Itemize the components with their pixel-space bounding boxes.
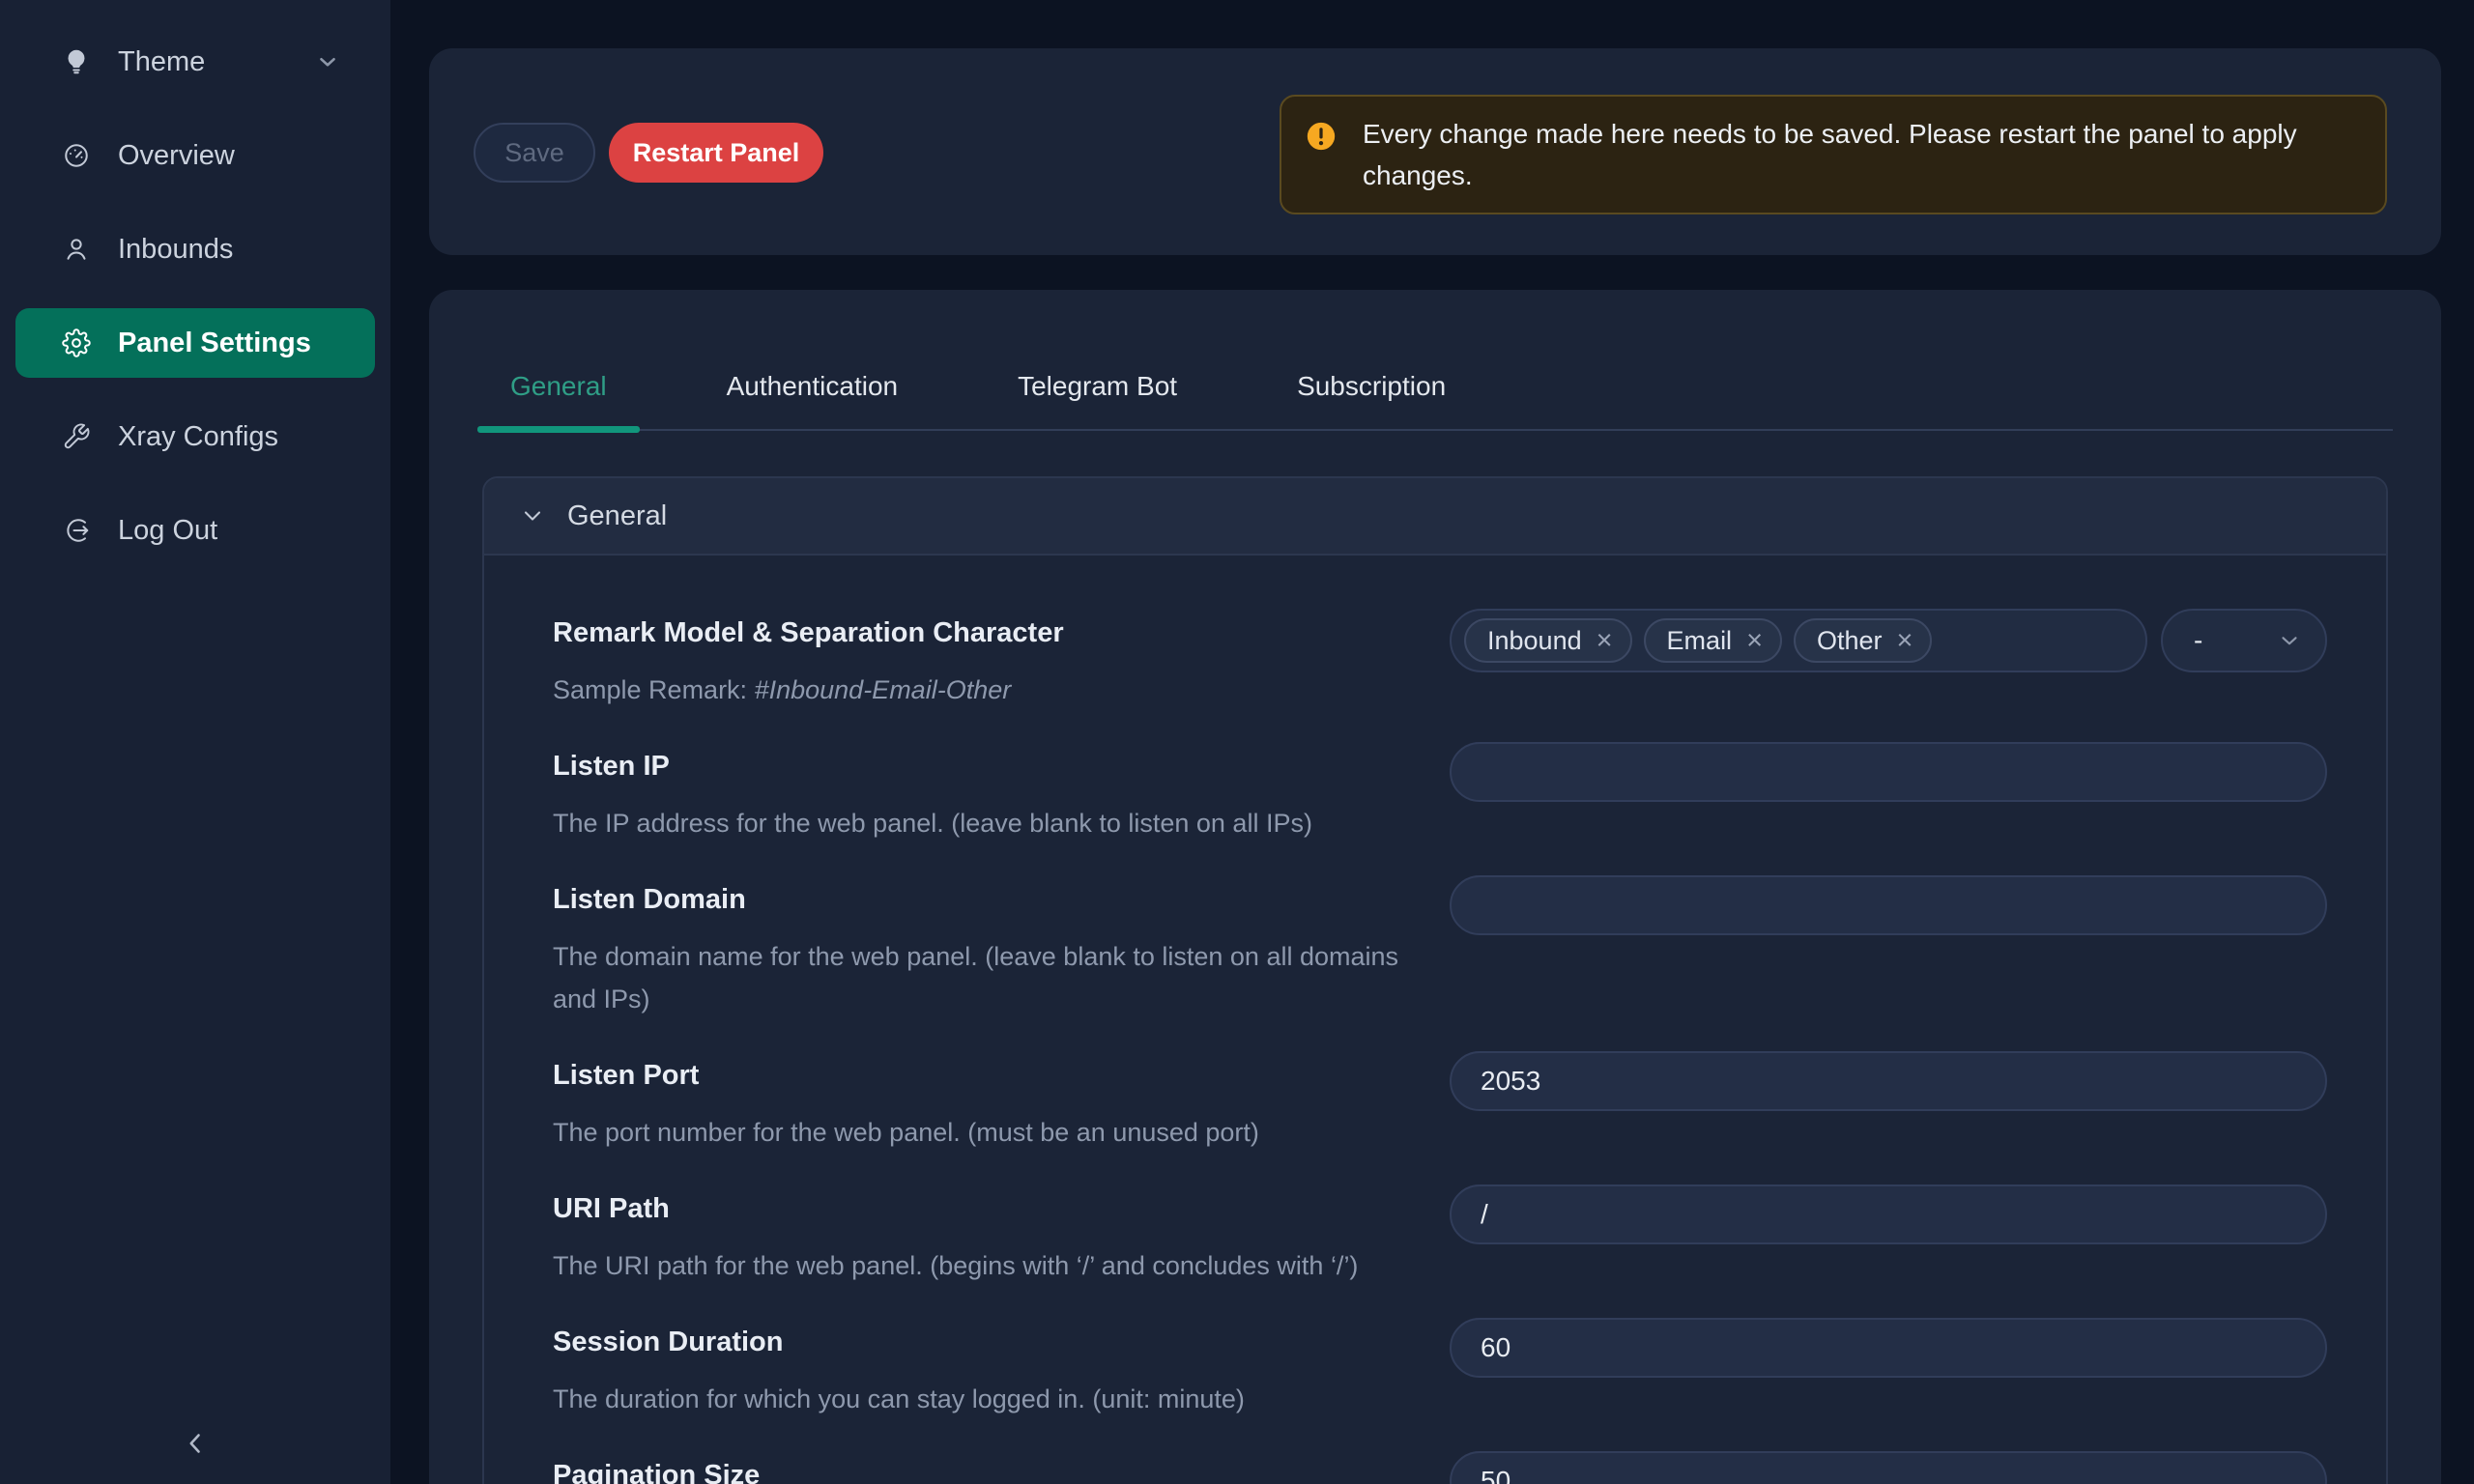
tab-authentication[interactable]: Authentication: [694, 344, 931, 429]
field-description: Sample Remark: #Inbound-Email-Other: [553, 669, 1421, 711]
form-row-listen-ip: Listen IP The IP address for the web pan…: [553, 742, 2327, 844]
restart-panel-button[interactable]: Restart Panel: [609, 123, 823, 183]
form-row-remark-model: Remark Model & Separation Character Samp…: [553, 609, 2327, 711]
tag-close-icon[interactable]: ×: [1897, 627, 1913, 655]
tab-telegram-bot[interactable]: Telegram Bot: [985, 344, 1210, 429]
chevron-down-icon: [2277, 628, 2302, 653]
nav-item-panel-settings[interactable]: Panel Settings: [15, 308, 375, 378]
accordion-title: General: [567, 500, 667, 532]
sidebar-nav: Theme Overview Inbounds: [0, 0, 390, 565]
chevron-down-icon: [315, 49, 340, 74]
chevron-down-icon: [519, 502, 546, 529]
nav-item-inbounds[interactable]: Inbounds: [15, 214, 375, 284]
accordion-header[interactable]: General: [484, 478, 2386, 556]
accordion-body: Remark Model & Separation Character Samp…: [484, 556, 2386, 1484]
tab-subscription[interactable]: Subscription: [1264, 344, 1479, 429]
uri-path-input[interactable]: [1450, 1184, 2327, 1244]
alert-text: Every change made here needs to be saved…: [1363, 113, 2358, 196]
tag-close-icon[interactable]: ×: [1746, 627, 1763, 655]
field-label: Listen Domain: [553, 877, 1421, 922]
tag-close-icon[interactable]: ×: [1597, 627, 1613, 655]
nav-item-xray-configs[interactable]: Xray Configs: [15, 402, 375, 471]
form-row-pagination-size: Pagination Size: [553, 1451, 2327, 1484]
chevron-left-icon: [179, 1427, 212, 1460]
form-row-uri-path: URI Path The URI path for the web panel.…: [553, 1184, 2327, 1287]
sidebar-collapse-button[interactable]: [178, 1424, 213, 1463]
logout-icon: [62, 516, 91, 545]
listen-domain-input[interactable]: [1450, 875, 2327, 935]
nav-item-theme[interactable]: Theme: [15, 27, 375, 97]
session-duration-input[interactable]: [1450, 1318, 2327, 1378]
sidebar: Theme Overview Inbounds: [0, 0, 390, 1484]
field-label: URI Path: [553, 1186, 1421, 1231]
gear-icon: [62, 328, 91, 357]
nav-label: Theme: [118, 46, 205, 78]
form-row-session-duration: Session Duration The duration for which …: [553, 1318, 2327, 1420]
nav-label: Panel Settings: [118, 328, 311, 359]
field-description: The duration for which you can stay logg…: [553, 1378, 1421, 1420]
tag-email: Email ×: [1644, 618, 1782, 663]
save-button[interactable]: Save: [474, 123, 595, 183]
field-label: Session Duration: [553, 1320, 1421, 1364]
field-label: Remark Model & Separation Character: [553, 611, 1421, 655]
listen-ip-input[interactable]: [1450, 742, 2327, 802]
wrench-icon: [62, 422, 91, 451]
nav-label: Overview: [118, 140, 235, 172]
listen-port-input[interactable]: [1450, 1051, 2327, 1111]
field-label: Pagination Size: [553, 1453, 1421, 1484]
field-description: The domain name for the web panel. (leav…: [553, 935, 1421, 1020]
warning-icon: [1305, 120, 1338, 153]
nav-item-overview[interactable]: Overview: [15, 121, 375, 190]
bulb-icon: [62, 47, 91, 76]
accordion-general: General Remark Model & Separation Charac…: [482, 476, 2388, 1484]
tag-inbound: Inbound ×: [1464, 618, 1632, 663]
user-icon: [62, 235, 91, 264]
toolbar-card: Save Restart Panel Every change made her…: [429, 48, 2441, 255]
remark-model-select[interactable]: Inbound × Email × Other ×: [1450, 609, 2147, 672]
tabs: General Authentication Telegram Bot Subs…: [477, 344, 2393, 431]
nav-label: Inbounds: [118, 234, 233, 266]
separator-value: -: [2194, 625, 2202, 656]
nav-item-log-out[interactable]: Log Out: [15, 496, 375, 565]
field-label: Listen Port: [553, 1053, 1421, 1098]
form-row-listen-domain: Listen Domain The domain name for the we…: [553, 875, 2327, 1020]
field-description: The port number for the web panel. (must…: [553, 1111, 1421, 1154]
nav-label: Xray Configs: [118, 421, 278, 453]
tag-other: Other ×: [1794, 618, 1932, 663]
field-label: Listen IP: [553, 744, 1421, 788]
settings-card: General Authentication Telegram Bot Subs…: [429, 290, 2441, 1484]
tab-general[interactable]: General: [477, 344, 640, 429]
separator-select[interactable]: -: [2161, 609, 2327, 672]
field-description: The URI path for the web panel. (begins …: [553, 1244, 1421, 1287]
dashboard-icon: [62, 141, 91, 170]
form-row-listen-port: Listen Port The port number for the web …: [553, 1051, 2327, 1154]
pagination-size-input[interactable]: [1450, 1451, 2327, 1484]
field-description: The IP address for the web panel. (leave…: [553, 802, 1421, 844]
nav-label: Log Out: [118, 515, 217, 547]
warning-alert: Every change made here needs to be saved…: [1280, 95, 2387, 214]
